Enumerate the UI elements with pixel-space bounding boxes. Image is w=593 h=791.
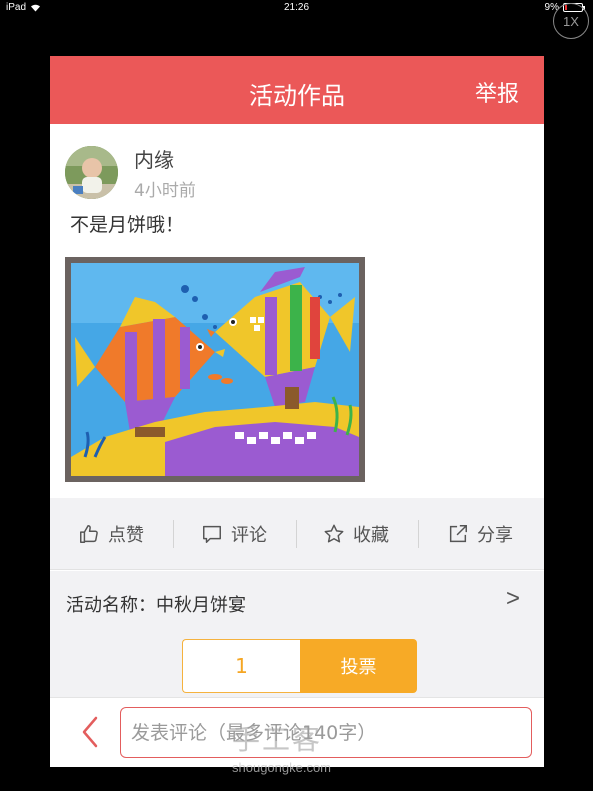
- favorite-button[interactable]: 收藏: [323, 498, 389, 570]
- username[interactable]: 内缘: [134, 144, 174, 173]
- share-button[interactable]: 分享: [447, 498, 513, 570]
- divider: [173, 520, 174, 548]
- action-bar: 点赞 评论 收藏 分享: [50, 498, 544, 570]
- divider: [296, 520, 297, 548]
- favorite-label: 收藏: [353, 525, 389, 546]
- chevron-right-icon: >: [505, 585, 520, 612]
- header-bar: 活动作品 举报: [50, 56, 544, 124]
- activity-name: 活动名称：中秋月饼宴: [66, 595, 246, 616]
- activity-row[interactable]: 活动名称：中秋月饼宴 >: [50, 571, 544, 635]
- post-text: 不是月饼哦！: [70, 214, 185, 236]
- watermark-brand: 手工客: [232, 723, 323, 756]
- avatar[interactable]: [65, 146, 118, 199]
- post-time: 4小时前: [134, 181, 196, 201]
- vote-button[interactable]: 投票: [300, 639, 417, 693]
- app-window: 活动作品 举报 内缘 4小时前 不是月饼哦！ 点赞 评论 收藏 分享 活动名称：…: [50, 56, 544, 767]
- back-arrow-icon[interactable]: [78, 714, 102, 750]
- star-icon: [324, 524, 344, 543]
- status-bar: iPad 21:26 9%: [0, 0, 593, 16]
- status-time: 21:26: [283, 2, 310, 13]
- post-card: 内缘 4小时前 不是月饼哦！: [50, 124, 544, 498]
- watermark: 手工客 shougongke.com: [232, 718, 331, 775]
- report-button[interactable]: 举报: [475, 76, 519, 108]
- artwork-image[interactable]: [65, 257, 365, 482]
- thumbs-up-icon: [80, 525, 98, 543]
- watermark-domain: shougongke.com: [232, 760, 332, 775]
- page-title: 活动作品: [249, 82, 345, 110]
- comment-button[interactable]: 评论: [201, 498, 267, 570]
- zoom-badge[interactable]: 1X: [553, 3, 589, 39]
- comment-input[interactable]: [120, 707, 532, 758]
- like-button[interactable]: 点赞: [78, 498, 144, 570]
- comment-icon: [203, 525, 221, 543]
- share-label: 分享: [477, 525, 513, 546]
- divider: [418, 520, 419, 548]
- avatar-image: [65, 146, 118, 199]
- vote-area: 1 投票: [50, 635, 544, 697]
- comment-label: 评论: [231, 525, 267, 546]
- vote-count: 1: [182, 639, 300, 693]
- share-icon: [449, 525, 467, 543]
- like-label: 点赞: [108, 525, 144, 546]
